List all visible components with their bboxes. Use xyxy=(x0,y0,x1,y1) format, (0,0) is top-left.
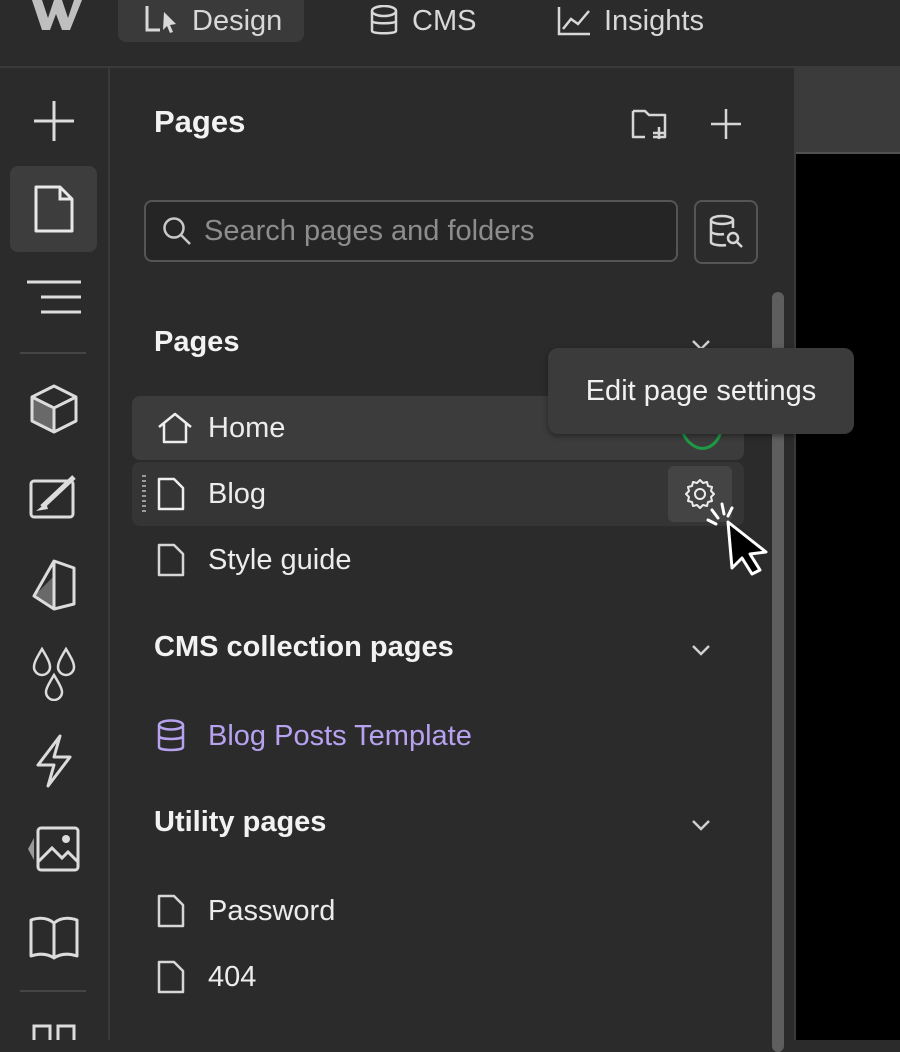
docs-button[interactable] xyxy=(10,894,97,980)
assets-button[interactable] xyxy=(10,806,97,892)
interactions-icon xyxy=(34,733,74,789)
left-toolbar xyxy=(0,68,110,1040)
add-page-button[interactable] xyxy=(706,104,746,144)
variables-icon xyxy=(30,558,78,612)
chevron-down-icon[interactable] xyxy=(690,643,712,657)
page-row-label: Style guide xyxy=(208,543,352,576)
top-bar: Design CMS Insights xyxy=(0,0,900,68)
home-icon xyxy=(156,396,194,460)
components-button[interactable] xyxy=(10,366,97,452)
design-cursor-icon xyxy=(144,6,180,36)
page-row-label: Password xyxy=(208,894,336,927)
style-selector-icon xyxy=(28,473,80,521)
interactions-button[interactable] xyxy=(10,718,97,804)
webflow-logo-icon[interactable] xyxy=(30,0,82,30)
section-cms-title[interactable]: CMS collection pages xyxy=(154,631,454,664)
mouse-pointer-icon xyxy=(704,500,774,576)
search-cms-button[interactable] xyxy=(694,200,758,264)
navigator-button[interactable] xyxy=(10,254,97,340)
folder-add-icon xyxy=(631,107,669,141)
style-selector-button[interactable] xyxy=(10,454,97,540)
page-icon xyxy=(32,184,76,234)
panel-title: Pages xyxy=(154,104,246,139)
tab-design-label: Design xyxy=(192,4,283,37)
database-icon xyxy=(156,704,186,768)
tab-design[interactable]: Design xyxy=(118,0,305,42)
drag-handle-icon[interactable] xyxy=(140,474,148,516)
docs-icon xyxy=(28,914,80,960)
tab-insights-label: Insights xyxy=(604,4,704,37)
search-input[interactable] xyxy=(204,214,644,248)
new-folder-button[interactable] xyxy=(630,104,670,144)
page-row-404[interactable]: 404 xyxy=(132,945,744,1009)
components-icon xyxy=(29,383,79,435)
page-row-blog[interactable]: Blog xyxy=(132,462,744,526)
section-utility-title[interactable]: Utility pages xyxy=(154,806,326,839)
page-row-password[interactable]: Password xyxy=(132,879,744,943)
database-search-icon xyxy=(708,214,744,250)
page-icon xyxy=(156,945,186,1009)
canvas-toolbar xyxy=(796,68,900,154)
pages-button[interactable] xyxy=(10,166,97,252)
search-field[interactable] xyxy=(144,200,678,262)
page-row-label: Blog Posts Template xyxy=(208,719,472,752)
tooltip-text: Edit page settings xyxy=(585,374,817,407)
search-icon xyxy=(162,216,192,246)
page-row-blog-posts-template[interactable]: Blog Posts Template xyxy=(132,704,744,768)
add-icon xyxy=(30,97,78,145)
variables-button[interactable] xyxy=(10,542,97,628)
add-elements-button[interactable] xyxy=(10,78,97,164)
assets-icon xyxy=(26,824,82,874)
section-pages-title[interactable]: Pages xyxy=(154,326,239,359)
page-icon xyxy=(156,528,186,592)
tooltip: Edit page settings xyxy=(548,348,854,434)
tab-cms[interactable]: CMS xyxy=(368,0,476,42)
database-icon xyxy=(368,5,400,37)
page-row-label: 404 xyxy=(208,960,257,993)
apps-icon[interactable] xyxy=(32,1024,76,1040)
pages-panel: Pages Pages Home xyxy=(110,68,796,1052)
chevron-down-icon[interactable] xyxy=(690,818,712,832)
page-row-style-guide[interactable]: Style guide xyxy=(132,528,744,592)
design-canvas[interactable] xyxy=(796,154,900,1040)
rail-divider xyxy=(20,352,86,354)
page-row-label: Home xyxy=(208,411,286,444)
page-icon xyxy=(156,879,186,943)
chart-line-icon xyxy=(556,5,592,37)
page-icon xyxy=(156,462,186,526)
tab-cms-label: CMS xyxy=(412,4,477,37)
navigator-icon xyxy=(25,280,83,314)
tab-insights[interactable]: Insights xyxy=(556,0,704,42)
swatches-button[interactable] xyxy=(10,630,97,716)
page-row-label: Blog xyxy=(208,477,267,510)
rail-divider xyxy=(20,990,86,992)
swatches-icon xyxy=(30,645,78,701)
add-icon xyxy=(709,107,743,141)
